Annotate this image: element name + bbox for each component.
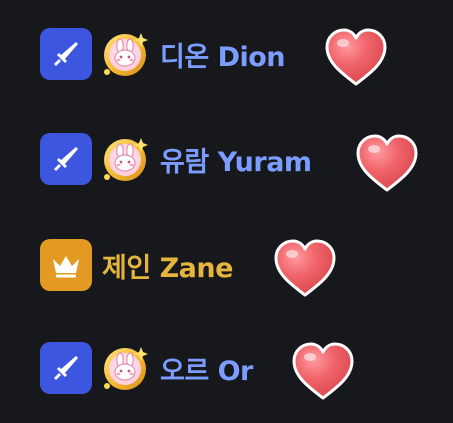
heart-icon[interactable]: [321, 26, 391, 88]
sword-icon: [40, 342, 92, 394]
member-name: 유람 Yuram: [160, 146, 312, 178]
member-name: 디온 Dion: [160, 41, 286, 73]
rabbit-badge-icon: [98, 27, 152, 81]
crown-icon: [40, 239, 92, 291]
member-list: 디온 Dion 유람 Yuram 제인 Zane 오르 Or: [0, 0, 453, 423]
member-row-dion[interactable]: 디온 Dion: [40, 22, 286, 86]
member-row-zane[interactable]: 제인 Zane: [40, 233, 233, 297]
member-row-yuram[interactable]: 유람 Yuram: [40, 127, 312, 191]
member-row-or[interactable]: 오르 Or: [40, 336, 253, 400]
heart-icon[interactable]: [270, 237, 340, 299]
heart-icon[interactable]: [288, 340, 358, 402]
rabbit-badge-icon: [98, 341, 152, 395]
sword-icon: [40, 28, 92, 80]
sword-icon: [40, 133, 92, 185]
heart-icon[interactable]: [352, 132, 422, 194]
rabbit-badge-icon: [98, 132, 152, 186]
member-name: 제인 Zane: [102, 252, 233, 284]
member-name: 오르 Or: [160, 355, 253, 387]
